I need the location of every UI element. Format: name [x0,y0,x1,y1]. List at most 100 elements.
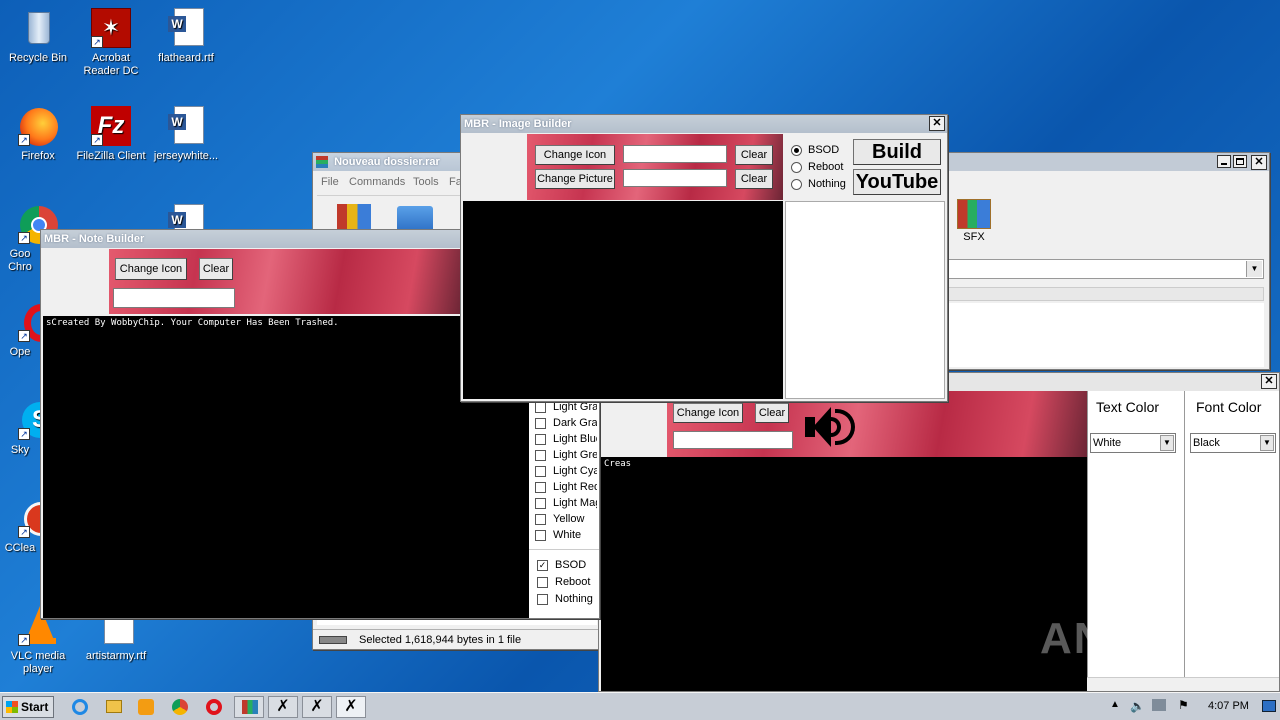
icon-path-field[interactable] [623,145,727,163]
note-text-area[interactable]: sCreated By WobbyChip. Your Computer Has… [43,316,529,618]
color-label: Light Magenta [553,497,597,509]
color-checkbox[interactable] [535,434,546,445]
sfx-button[interactable]: SFX [954,199,994,249]
desktop-icon-recycle-bin[interactable]: Recycle Bin [0,8,76,65]
sound-text-area[interactable]: Creas [601,457,1087,691]
change-picture-button[interactable]: Change Picture [535,169,615,189]
chevron-down-icon[interactable]: ▼ [1246,261,1262,277]
close-button[interactable]: ✕ [1261,374,1277,389]
add-archive-icon[interactable] [337,204,371,232]
color-checkbox[interactable] [535,482,546,493]
menu-tools[interactable]: Tools [413,172,439,192]
desktop-icon-acrobat[interactable]: ✶ ↗ Acrobat Reader DC [73,8,149,78]
text-color-select[interactable]: White ▼ [1090,433,1176,453]
bsod-checkbox[interactable]: ✓ [537,560,548,571]
opera-taskbar-icon[interactable] [206,699,222,715]
clear-button[interactable]: Clear [199,258,233,280]
desktop-icon-flatheard[interactable]: W flatheard.rtf [148,8,224,65]
word-document-icon: W [166,8,206,48]
ie-icon[interactable] [72,699,88,715]
word-document-icon: W [166,106,206,146]
clock[interactable]: 4:07 PM [1208,700,1249,712]
firefox-icon: ↗ [18,106,58,146]
close-button[interactable]: ✕ [1251,155,1267,170]
reboot-radio[interactable] [791,162,802,173]
color-checkbox[interactable] [535,498,546,509]
nothing-radio[interactable] [791,179,802,190]
close-button[interactable]: ✕ [929,116,945,131]
desktop-icon-label: artistarmy.rtf [85,650,147,662]
font-color-select[interactable]: Black ▼ [1190,433,1276,453]
drive-icon [319,636,347,644]
tool-icon: ✗ [310,698,324,715]
start-button[interactable]: Start [2,696,54,718]
maximize-button[interactable] [1233,155,1247,168]
note-icon-preview [43,250,109,314]
color-checkbox[interactable] [535,530,546,541]
image-preview-area[interactable] [463,201,783,399]
desktop-icon-filezilla[interactable]: Fz ↗ FileZilla Client [73,106,149,163]
nothing-checkbox[interactable] [537,594,548,605]
note-icon-path-field[interactable] [113,288,235,308]
winrar-titlebar-right[interactable]: ✕ [944,153,1269,171]
show-desktop-icon[interactable] [1262,700,1276,712]
color-checkbox[interactable] [535,514,546,525]
chevron-down-icon[interactable]: ▼ [1160,435,1174,451]
mbr-task-button-3[interactable]: ✗ [336,696,366,718]
sound-icon-path-field[interactable] [673,431,793,449]
winrar-taskbar-icon [242,700,258,714]
chrome-taskbar-icon[interactable] [172,699,188,715]
filezilla-icon: Fz ↗ [91,106,131,146]
network-icon[interactable] [1152,699,1166,711]
text-color-value: White [1093,437,1122,449]
sound-icon-preview [601,399,667,457]
color-checkbox[interactable] [535,466,546,477]
taskbar: Start ✗ ✗ ✗ ▲ 🔈 ⚑ 4:07 PM [0,692,1280,720]
winrar-window-right[interactable]: ✕ SFX ▼ [944,152,1270,370]
recycle-bin-icon [18,8,58,48]
change-icon-button[interactable]: Change Icon [115,258,187,280]
desktop-icon-label: flatheard.rtf [158,52,214,64]
horizontal-scrollbar[interactable] [1087,677,1279,691]
bsod-radio[interactable] [791,145,802,156]
media-player-icon[interactable] [138,699,154,715]
sfx-icon [957,199,991,229]
clear-picture-button[interactable]: Clear [735,169,773,189]
youtube-button[interactable]: YouTube [853,169,941,195]
winrar-icon [316,156,328,169]
color-checkbox[interactable] [535,450,546,461]
desktop-icon-jerseywhite[interactable]: W jerseywhite... [148,106,224,163]
color-checkbox[interactable] [535,402,546,413]
flag-icon[interactable]: ⚑ [1178,698,1189,712]
change-icon-button[interactable]: Change Icon [535,145,615,165]
desktop-icon-label: FileZilla Client [76,150,146,162]
color-checkbox[interactable] [535,418,546,429]
chevron-down-icon[interactable]: ▼ [1260,435,1274,451]
volume-icon[interactable]: 🔈 [1130,699,1145,713]
build-button[interactable]: Build [853,139,941,165]
winrar-file-list-right[interactable] [946,303,1264,367]
menu-file[interactable]: File [321,172,339,192]
winrar-status-text: Selected 1,618,944 bytes in 1 file [359,634,522,646]
tool-icon: ✗ [276,698,290,715]
reboot-checkbox[interactable] [537,577,548,588]
minimize-button[interactable] [1217,155,1231,168]
clear-button[interactable]: Clear [755,403,789,423]
tray-expand-icon[interactable]: ▲ [1110,699,1120,710]
clear-icon-button[interactable]: Clear [735,145,773,165]
mbr-task-button-2[interactable]: ✗ [302,696,332,718]
picture-path-field[interactable] [623,169,727,187]
image-builder-titlebar[interactable]: MBR - Image Builder ✕ [461,115,947,133]
menu-commands[interactable]: Commands [349,172,405,192]
mbr-task-button-1[interactable]: ✗ [268,696,298,718]
start-label: Start [21,700,49,714]
color-list: Light Gray Dark Gray Light Blue Light Gr… [529,400,599,550]
address-dropdown[interactable]: ▼ [946,259,1264,279]
winrar-task-button[interactable] [234,696,264,718]
reboot-label: Reboot [808,161,844,173]
nothing-label: Nothing [555,593,593,605]
explorer-icon[interactable] [106,700,122,713]
desktop-icon-firefox[interactable]: ↗ Firefox [0,106,76,163]
change-icon-button[interactable]: Change Icon [673,403,743,423]
image-builder-window[interactable]: MBR - Image Builder ✕ Change Icon Clear … [460,114,948,402]
